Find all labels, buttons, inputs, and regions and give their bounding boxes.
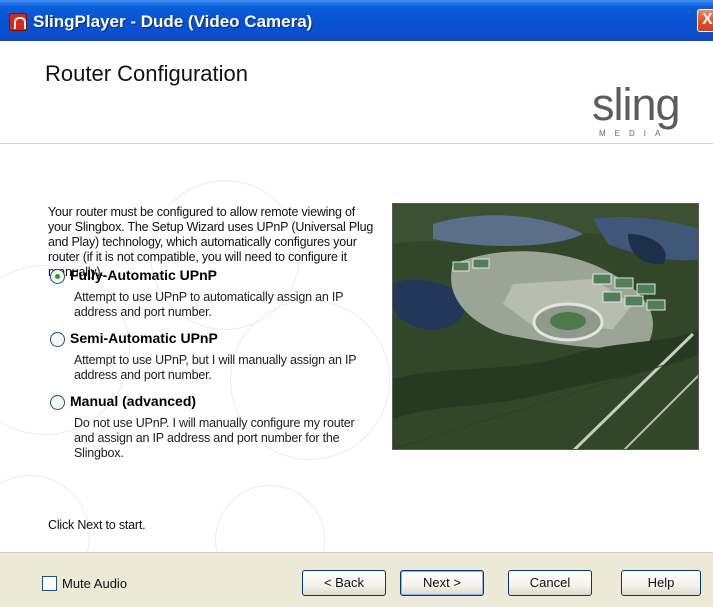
- help-button[interactable]: Help: [621, 570, 701, 596]
- aerial-stadium-photo: [392, 203, 699, 450]
- mute-audio-checkbox[interactable]: [42, 576, 57, 591]
- aerial-photo-illustration: [393, 204, 698, 449]
- back-button[interactable]: < Back: [302, 570, 386, 596]
- wizard-content: Your router must be configured to allow …: [0, 145, 713, 552]
- decorative-circle: [215, 485, 325, 552]
- close-icon: X: [702, 11, 713, 28]
- click-next-hint: Click Next to start.: [48, 518, 146, 532]
- option-semi-automatic[interactable]: Semi-Automatic UPnP Attempt to use UPnP,…: [50, 330, 380, 400]
- wizard-footer: Mute Audio < Back Next > Cancel Help: [0, 552, 713, 607]
- mute-audio-label[interactable]: Mute Audio: [62, 576, 127, 591]
- sling-media-logo: sling MEDIA: [592, 79, 704, 143]
- option-label[interactable]: Semi-Automatic UPnP: [70, 330, 218, 346]
- option-description: Attempt to use UPnP to automatically ass…: [74, 290, 344, 319]
- window-title: SlingPlayer - Dude (Video Camera): [33, 12, 313, 31]
- semi-automatic-radio[interactable]: [50, 332, 65, 347]
- cancel-button[interactable]: Cancel: [508, 570, 592, 596]
- manual-radio[interactable]: [50, 395, 65, 410]
- wizard-header: Router Configuration sling MEDIA: [0, 41, 713, 144]
- fully-automatic-radio[interactable]: [50, 269, 65, 284]
- option-manual[interactable]: Manual (advanced) Do not use UPnP. I wil…: [50, 393, 380, 483]
- page-title: Router Configuration: [45, 61, 249, 86]
- decorative-circle: [0, 475, 90, 552]
- option-description: Do not use UPnP. I will manually configu…: [74, 416, 355, 460]
- close-button[interactable]: X: [697, 9, 713, 32]
- next-button[interactable]: Next >: [400, 570, 484, 596]
- option-fully-automatic[interactable]: Fully-Automatic UPnP Attempt to use UPnP…: [50, 267, 380, 337]
- title-bar: SlingPlayer - Dude (Video Camera) X: [0, 0, 713, 41]
- option-description: Attempt to use UPnP, but I will manually…: [74, 353, 357, 382]
- logo-word: sling: [592, 79, 681, 130]
- option-label[interactable]: Fully-Automatic UPnP: [70, 267, 217, 283]
- slingplayer-app-icon: [9, 13, 27, 31]
- logo-subtitle: MEDIA: [599, 129, 670, 138]
- option-label[interactable]: Manual (advanced): [70, 393, 196, 409]
